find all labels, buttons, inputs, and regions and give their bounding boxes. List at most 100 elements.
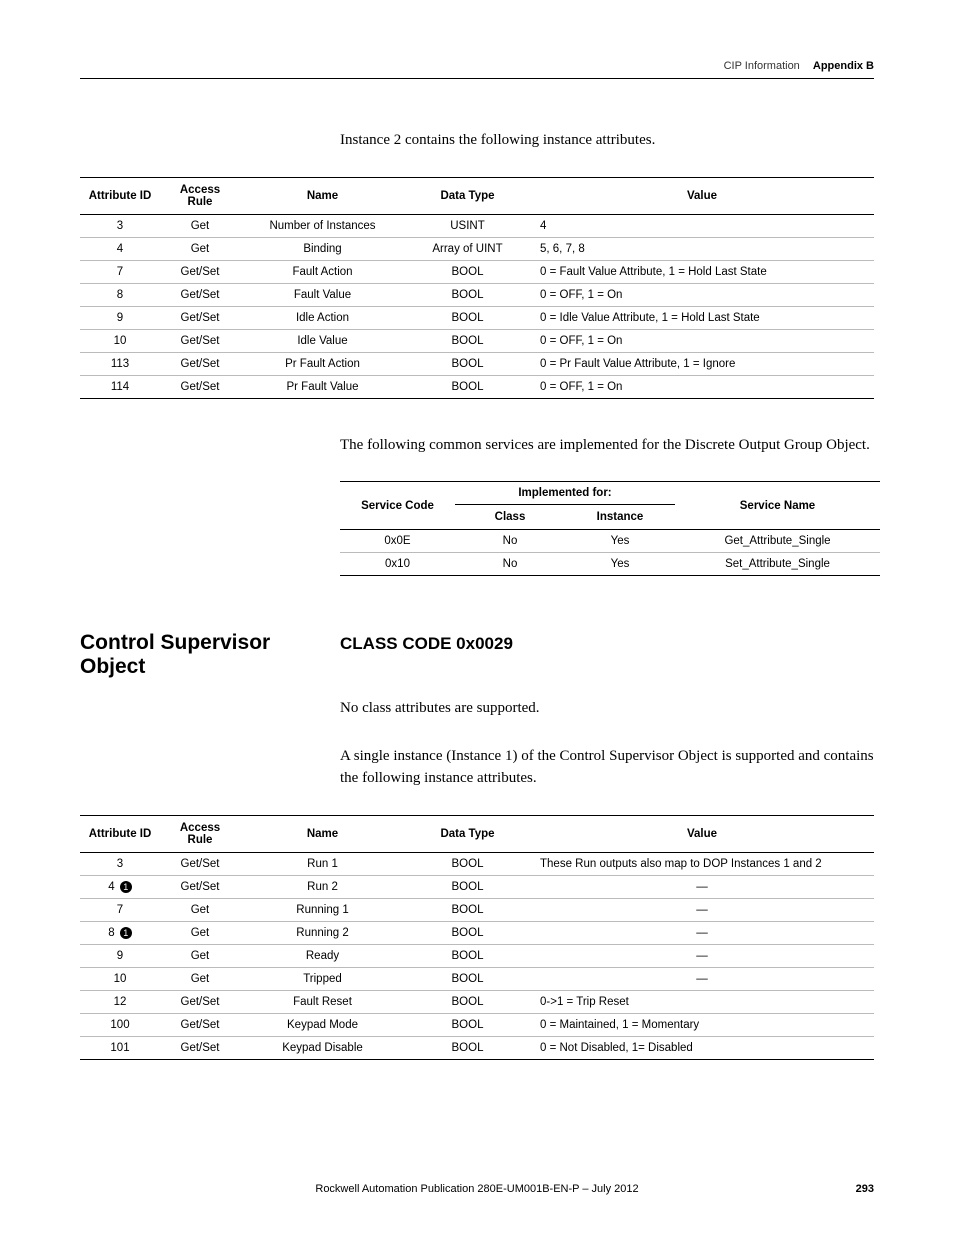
cell-attr-id: 9 — [80, 306, 160, 329]
cell-value: — — [530, 944, 874, 967]
cell-instance: Yes — [565, 530, 675, 553]
cell-type: BOOL — [405, 944, 530, 967]
table-row: 101Get/SetKeypad DisableBOOL0 = Not Disa… — [80, 1036, 874, 1059]
cell-value: — — [530, 967, 874, 990]
page-footer: Rockwell Automation Publication 280E-UM0… — [80, 1183, 874, 1195]
cell-value: 0 = Not Disabled, 1= Disabled — [530, 1036, 874, 1059]
cell-value: — — [530, 921, 874, 944]
cell-value: These Run outputs also map to DOP Instan… — [530, 852, 874, 875]
th-access: Access Rule — [160, 815, 240, 852]
table-row: 114Get/SetPr Fault ValueBOOL0 = OFF, 1 =… — [80, 375, 874, 398]
table-row: 0x0ENoYesGet_Attribute_Single — [340, 530, 880, 553]
cell-access: Get/Set — [160, 852, 240, 875]
cell-instance: Yes — [565, 553, 675, 576]
cell-type: BOOL — [405, 375, 530, 398]
table-row: 9Get/SetIdle ActionBOOL0 = Idle Value At… — [80, 306, 874, 329]
cell-type: BOOL — [405, 852, 530, 875]
instance-attributes-table-1: Attribute ID Access Rule Name Data Type … — [80, 177, 874, 399]
cell-attr-id: 114 — [80, 375, 160, 398]
note-icon: 1 — [120, 881, 132, 893]
cell-access: Get/Set — [160, 375, 240, 398]
cell-value: 0 = OFF, 1 = On — [530, 329, 874, 352]
th-access: Access Rule — [160, 177, 240, 214]
cell-attr-id: 9 — [80, 944, 160, 967]
cell-attr-id: 8 — [80, 283, 160, 306]
table-row: 3Get/SetRun 1BOOLThese Run outputs also … — [80, 852, 874, 875]
table-row: 10GetTrippedBOOL— — [80, 967, 874, 990]
cell-type: BOOL — [405, 898, 530, 921]
th-name: Name — [240, 815, 405, 852]
cell-value: 5, 6, 7, 8 — [530, 237, 874, 260]
table-row: 3GetNumber of InstancesUSINT4 — [80, 214, 874, 237]
cell-value: — — [530, 875, 874, 898]
th-service-code: Service Code — [340, 482, 455, 530]
cell-value: 0 = Pr Fault Value Attribute, 1 = Ignore — [530, 352, 874, 375]
page-header: CIP Information Appendix B — [80, 60, 874, 79]
cell-value: 0 = Fault Value Attribute, 1 = Hold Last… — [530, 260, 874, 283]
cell-attr-id: 8 1 — [80, 921, 160, 944]
cell-attr-id: 10 — [80, 329, 160, 352]
cell-name: Keypad Mode — [240, 1013, 405, 1036]
cell-service-name: Set_Attribute_Single — [675, 553, 880, 576]
header-label: CIP Information — [724, 60, 800, 72]
intro-text-3: No class attributes are supported. — [340, 697, 874, 720]
table-row: 7Get/SetFault ActionBOOL0 = Fault Value … — [80, 260, 874, 283]
cell-access: Get — [160, 967, 240, 990]
cell-name: Keypad Disable — [240, 1036, 405, 1059]
table-row: 9GetReadyBOOL— — [80, 944, 874, 967]
th-implemented-for: Implemented for: — [455, 482, 675, 505]
cell-access: Get/Set — [160, 1036, 240, 1059]
table-header-row: Attribute ID Access Rule Name Data Type … — [80, 815, 874, 852]
table-row: 8 1GetRunning 2BOOL— — [80, 921, 874, 944]
cell-access: Get — [160, 921, 240, 944]
cell-type: BOOL — [405, 921, 530, 944]
th-datatype: Data Type — [405, 177, 530, 214]
cell-name: Number of Instances — [240, 214, 405, 237]
table-row: 8Get/SetFault ValueBOOL0 = OFF, 1 = On — [80, 283, 874, 306]
cell-name: Tripped — [240, 967, 405, 990]
th-value: Value — [530, 815, 874, 852]
cell-type: BOOL — [405, 283, 530, 306]
cell-value: 0 = OFF, 1 = On — [530, 375, 874, 398]
cell-access: Get/Set — [160, 352, 240, 375]
cell-type: BOOL — [405, 990, 530, 1013]
header-appendix: Appendix B — [813, 60, 874, 72]
cell-value: 0->1 = Trip Reset — [530, 990, 874, 1013]
cell-class: No — [455, 553, 565, 576]
cell-value: — — [530, 898, 874, 921]
cell-attr-id: 12 — [80, 990, 160, 1013]
table-header-row: Attribute ID Access Rule Name Data Type … — [80, 177, 874, 214]
table-header-group-row: Service Code Implemented for: Service Na… — [340, 482, 880, 505]
table-row: 7GetRunning 1BOOL— — [80, 898, 874, 921]
cell-type: BOOL — [405, 329, 530, 352]
cell-type: BOOL — [405, 260, 530, 283]
cell-service-code: 0x0E — [340, 530, 455, 553]
table-row: 12Get/SetFault ResetBOOL0->1 = Trip Rese… — [80, 990, 874, 1013]
th-datatype: Data Type — [405, 815, 530, 852]
cell-attr-id: 7 — [80, 260, 160, 283]
cell-name: Ready — [240, 944, 405, 967]
cell-type: BOOL — [405, 352, 530, 375]
cell-type: BOOL — [405, 1013, 530, 1036]
th-service-name: Service Name — [675, 482, 880, 530]
cell-attr-id: 3 — [80, 852, 160, 875]
cell-name: Fault Action — [240, 260, 405, 283]
section-title: Control Supervisor Object — [80, 631, 340, 679]
cell-name: Idle Value — [240, 329, 405, 352]
cell-attr-id: 10 — [80, 967, 160, 990]
cell-access: Get — [160, 944, 240, 967]
instance-attributes-table-2: Attribute ID Access Rule Name Data Type … — [80, 815, 874, 1060]
footer-page-number: 293 — [856, 1183, 874, 1195]
cell-name: Running 2 — [240, 921, 405, 944]
th-attr-id: Attribute ID — [80, 177, 160, 214]
cell-attr-id: 101 — [80, 1036, 160, 1059]
cell-name: Idle Action — [240, 306, 405, 329]
cell-attr-id: 113 — [80, 352, 160, 375]
cell-access: Get/Set — [160, 990, 240, 1013]
cell-name: Running 1 — [240, 898, 405, 921]
cell-value: 0 = OFF, 1 = On — [530, 283, 874, 306]
cell-access: Get/Set — [160, 260, 240, 283]
cell-value: 0 = Maintained, 1 = Momentary — [530, 1013, 874, 1036]
table-row: 100Get/SetKeypad ModeBOOL0 = Maintained,… — [80, 1013, 874, 1036]
th-attr-id: Attribute ID — [80, 815, 160, 852]
